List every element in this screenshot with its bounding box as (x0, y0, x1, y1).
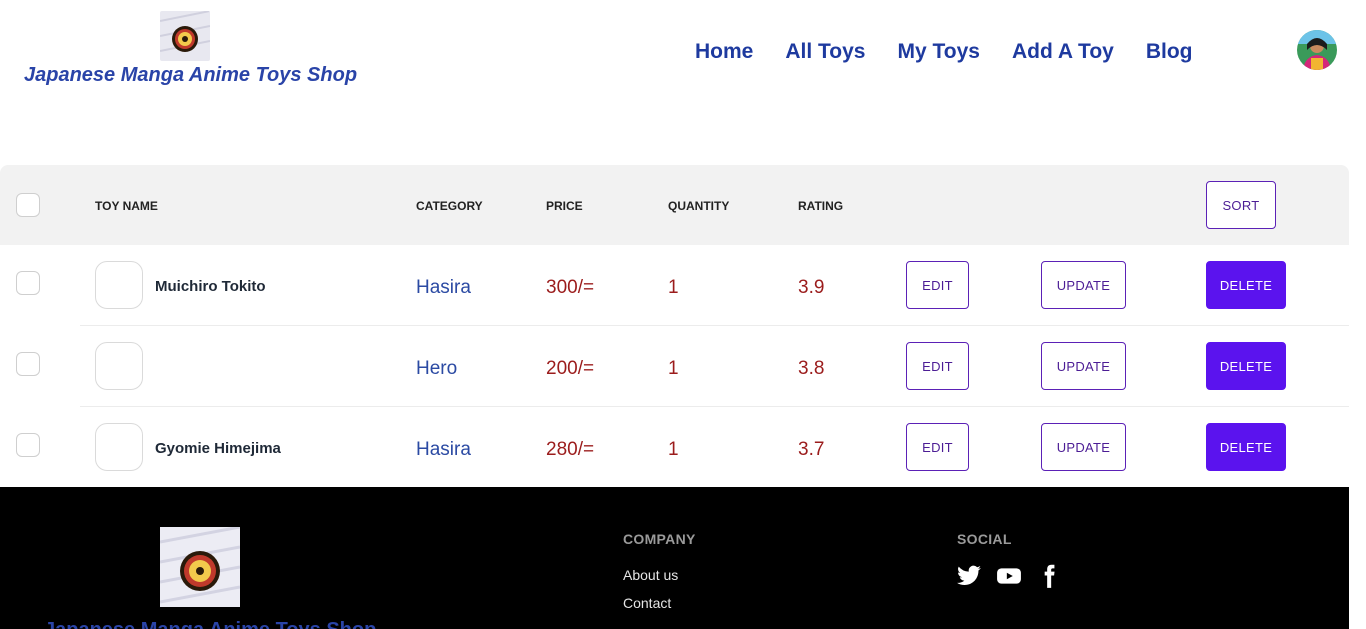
toy-name: Gyomie Himejima (155, 440, 281, 457)
toy-category: Hasira (416, 277, 471, 298)
footer-brand-title: Japanese Manga Anime Toys Shop (44, 619, 376, 629)
delete-button[interactable]: DELETE (1206, 261, 1286, 309)
col-toy-name: TOY NAME (95, 199, 158, 213)
footer-link-about[interactable]: About us (623, 567, 678, 583)
table-row: Hero 200/= 1 3.8 EDIT UPDATE DELETE (0, 326, 1349, 407)
delete-button[interactable]: DELETE (1206, 423, 1286, 471)
footer: Japanese Manga Anime Toys Shop COMPANY A… (0, 487, 1349, 629)
social-heading: SOCIAL (957, 531, 1012, 547)
toy-quantity: 1 (668, 439, 679, 460)
edit-button[interactable]: EDIT (906, 423, 969, 471)
edit-button[interactable]: EDIT (906, 261, 969, 309)
update-button[interactable]: UPDATE (1041, 261, 1126, 309)
main-nav: Home All Toys My Toys Add A Toy Blog (695, 40, 1224, 64)
edit-button[interactable]: EDIT (906, 342, 969, 390)
col-category: CATEGORY (416, 199, 483, 213)
toy-rating: 3.8 (798, 358, 825, 379)
page: Japanese Manga Anime Toys Shop Home All … (0, 0, 1349, 629)
update-button[interactable]: UPDATE (1041, 342, 1126, 390)
col-quantity: QUANTITY (668, 199, 730, 213)
delete-button[interactable]: DELETE (1206, 342, 1286, 390)
toy-rating: 3.9 (798, 277, 825, 298)
nav-home[interactable]: Home (695, 40, 753, 64)
sort-button[interactable]: SORT (1206, 181, 1276, 229)
select-all-checkbox[interactable] (16, 193, 40, 217)
toy-category: Hero (416, 358, 458, 379)
table-row: Gyomie Himejima Hasira 280/= 1 3.7 EDIT … (0, 407, 1349, 488)
twitter-icon[interactable] (956, 563, 982, 589)
toy-name: Muichiro Tokito (155, 278, 266, 295)
company-heading: COMPANY (623, 531, 696, 547)
brand-logo[interactable] (160, 11, 210, 61)
nav-all-toys[interactable]: All Toys (785, 40, 865, 64)
update-button[interactable]: UPDATE (1041, 423, 1126, 471)
toys-table: TOY NAME CATEGORY PRICE QUANTITY RATING … (0, 165, 1349, 488)
avatar[interactable] (1297, 30, 1337, 70)
nav-add-a-toy[interactable]: Add A Toy (1012, 40, 1114, 64)
col-rating: RATING (798, 199, 844, 213)
table-row: Muichiro Tokito Hasira 300/= 1 3.9 EDIT … (0, 245, 1349, 326)
row-checkbox[interactable] (16, 433, 40, 457)
facebook-icon[interactable] (1036, 563, 1062, 589)
youtube-icon[interactable] (996, 563, 1022, 589)
footer-link-contact[interactable]: Contact (623, 595, 671, 611)
toy-quantity: 1 (668, 358, 679, 379)
toy-category: Hasira (416, 439, 471, 460)
toy-thumbnail (95, 423, 143, 471)
toy-rating: 3.7 (798, 439, 825, 460)
col-price: PRICE (546, 199, 583, 213)
toy-thumbnail (95, 261, 143, 309)
toy-thumbnail (95, 342, 143, 390)
footer-logo (160, 527, 240, 607)
nav-blog[interactable]: Blog (1146, 40, 1193, 64)
toy-price: 200/= (546, 358, 595, 379)
table-header: TOY NAME CATEGORY PRICE QUANTITY RATING … (0, 165, 1349, 245)
brand-title[interactable]: Japanese Manga Anime Toys Shop (24, 64, 357, 87)
toy-price: 280/= (546, 439, 595, 460)
toy-price: 300/= (546, 277, 595, 298)
toy-quantity: 1 (668, 277, 679, 298)
row-checkbox[interactable] (16, 352, 40, 376)
row-checkbox[interactable] (16, 271, 40, 295)
nav-my-toys[interactable]: My Toys (897, 40, 979, 64)
